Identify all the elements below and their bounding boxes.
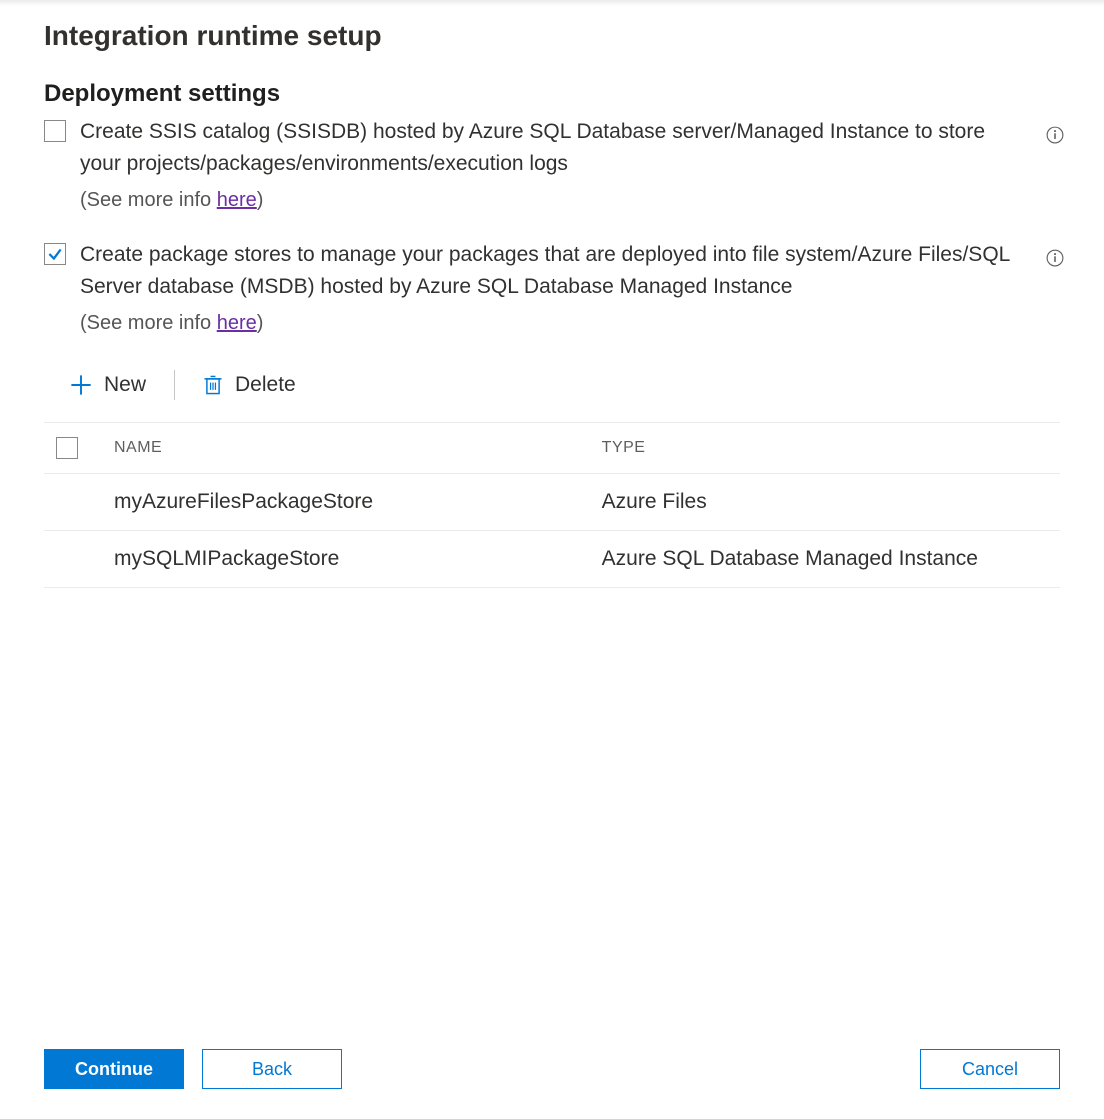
back-button[interactable]: Back bbox=[202, 1049, 342, 1089]
new-button[interactable]: New bbox=[70, 373, 146, 397]
ssis-more-link[interactable]: here bbox=[217, 189, 257, 211]
new-button-label: New bbox=[104, 373, 146, 397]
plus-icon bbox=[70, 374, 92, 396]
option-package-stores: Create package stores to manage your pac… bbox=[44, 239, 1060, 338]
package-stores-more-link[interactable]: here bbox=[217, 312, 257, 334]
cancel-button[interactable]: Cancel bbox=[920, 1049, 1060, 1089]
package-stores-option-label: Create package stores to manage your pac… bbox=[80, 243, 1010, 298]
package-store-toolbar: New Delete bbox=[44, 370, 1060, 400]
delete-button-label: Delete bbox=[235, 373, 296, 397]
table-row[interactable]: mySQLMIPackageStore Azure SQL Database M… bbox=[44, 531, 1060, 588]
info-icon[interactable] bbox=[1046, 249, 1064, 267]
info-icon[interactable] bbox=[1046, 126, 1064, 144]
column-header-type[interactable]: TYPE bbox=[602, 423, 1060, 474]
select-all-checkbox[interactable] bbox=[56, 437, 78, 459]
toolbar-separator bbox=[174, 370, 175, 400]
ssis-option-label: Create SSIS catalog (SSISDB) hosted by A… bbox=[80, 120, 985, 175]
trash-icon bbox=[203, 374, 223, 396]
ssis-more-info: (See more info here) bbox=[80, 185, 1020, 215]
footer-actions: Continue Back Cancel bbox=[44, 1027, 1060, 1119]
option-ssis-catalog: Create SSIS catalog (SSISDB) hosted by A… bbox=[44, 116, 1060, 215]
section-title: Deployment settings bbox=[44, 80, 1060, 108]
store-name-cell: myAzureFilesPackageStore bbox=[114, 474, 602, 531]
store-type-cell: Azure Files bbox=[602, 474, 1060, 531]
store-type-cell: Azure SQL Database Managed Instance bbox=[602, 531, 1060, 588]
continue-button[interactable]: Continue bbox=[44, 1049, 184, 1089]
package-stores-checkbox[interactable] bbox=[44, 243, 66, 265]
store-name-cell: mySQLMIPackageStore bbox=[114, 531, 602, 588]
delete-button[interactable]: Delete bbox=[203, 373, 296, 397]
table-row[interactable]: myAzureFilesPackageStore Azure Files bbox=[44, 474, 1060, 531]
column-header-name[interactable]: NAME bbox=[114, 423, 602, 474]
page-title: Integration runtime setup bbox=[44, 20, 1060, 52]
ssis-checkbox[interactable] bbox=[44, 120, 66, 142]
package-store-table: NAME TYPE myAzureFilesPackageStore Azure… bbox=[44, 422, 1060, 588]
package-stores-more-info: (See more info here) bbox=[80, 308, 1020, 338]
